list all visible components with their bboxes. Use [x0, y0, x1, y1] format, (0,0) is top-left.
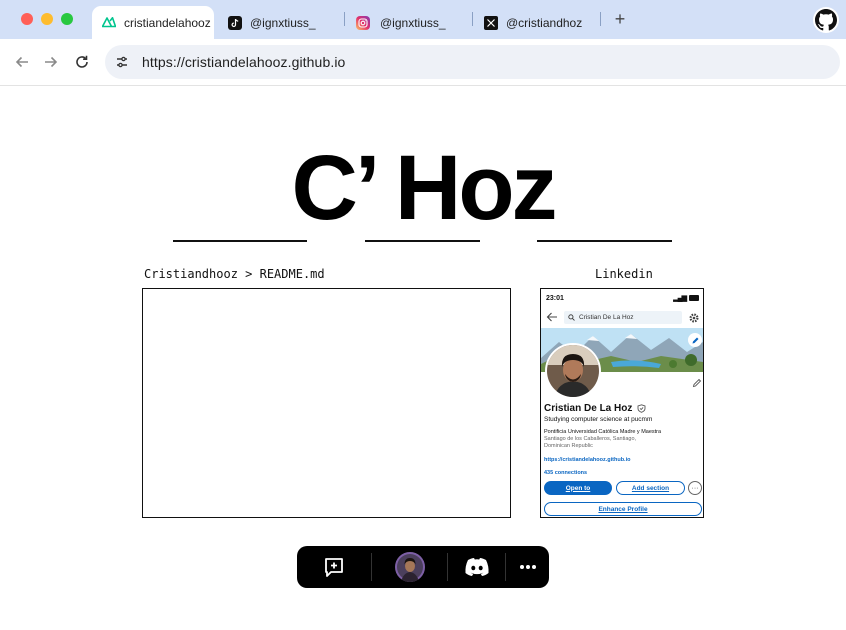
- tab-separator: [472, 12, 473, 26]
- site-settings-icon[interactable]: [108, 48, 136, 76]
- open-to-button[interactable]: Open to: [544, 481, 612, 495]
- profile-name-text: Cristian De La Hoz: [544, 403, 633, 414]
- profile-name: Cristian De La Hoz: [544, 403, 646, 414]
- bottom-dock: [297, 546, 549, 588]
- tab-separator: [344, 12, 345, 26]
- status-time: 23:01: [546, 295, 564, 302]
- nuxt-icon: [102, 16, 116, 30]
- back-arrow-icon[interactable]: [545, 310, 559, 324]
- url-text: https://cristiandelahooz.github.io: [142, 54, 346, 70]
- enhance-profile-button[interactable]: Enhance Profile: [544, 502, 702, 516]
- more-options-button[interactable]: ···: [688, 481, 702, 495]
- browser-tab-bar: cristiandelahooz @ignxtiuss_ @ignxtiuss_…: [0, 0, 846, 39]
- minimize-window-button[interactable]: [41, 13, 53, 25]
- phone-status-bar: 23:01 ▂▄▆: [541, 289, 703, 307]
- browser-toolbar: https://cristiandelahooz.github.io: [0, 39, 846, 86]
- profile-school: Pontificia Universidad Católica Madre y …: [544, 429, 662, 435]
- gear-icon[interactable]: [688, 311, 700, 323]
- add-section-button[interactable]: Add section: [616, 481, 685, 495]
- instagram-icon: [356, 15, 370, 30]
- tab-label: cristiandelahooz: [124, 15, 211, 30]
- github-icon[interactable]: [813, 7, 839, 33]
- close-window-button[interactable]: [21, 13, 33, 25]
- reload-icon[interactable]: [72, 52, 92, 72]
- address-bar[interactable]: https://cristiandelahooz.github.io: [105, 45, 840, 79]
- linkedin-search-row: Cristian De La Hoz: [541, 307, 703, 327]
- linkedin-profile-card[interactable]: 23:01 ▂▄▆ Cristian De La Hoz Cristian De…: [540, 288, 704, 518]
- readme-label: Cristiandhooz > README.md: [144, 267, 325, 281]
- profile-headline: Studying computer science at pucmm: [544, 416, 653, 423]
- more-icon[interactable]: [506, 546, 549, 588]
- title-underline-middle: [365, 240, 480, 242]
- edit-banner-icon[interactable]: [688, 333, 702, 347]
- battery-icon: [689, 295, 699, 301]
- tab-cristiandelahooz[interactable]: cristiandelahooz: [92, 6, 214, 39]
- maximize-window-button[interactable]: [61, 13, 73, 25]
- x-twitter-icon: [484, 15, 498, 30]
- back-arrow-icon[interactable]: [12, 52, 32, 72]
- tab-label: @ignxtiuss_: [380, 15, 446, 30]
- linkedin-label: Linkedin: [595, 267, 653, 281]
- tab-x[interactable]: @cristiandhoz: [478, 6, 596, 39]
- new-tab-button[interactable]: +: [610, 9, 630, 29]
- search-icon: [568, 314, 575, 321]
- forward-arrow-icon[interactable]: [41, 52, 61, 72]
- verified-shield-icon: [637, 404, 646, 413]
- tab-label: @cristiandhoz: [506, 15, 583, 30]
- title-underline-right: [537, 240, 672, 242]
- profile-website-link[interactable]: https://cristiandelahooz.github.io: [544, 457, 630, 463]
- linkedin-search-input[interactable]: Cristian De La Hoz: [564, 311, 682, 324]
- avatar[interactable]: [372, 546, 447, 588]
- search-query: Cristian De La Hoz: [579, 314, 634, 321]
- page-title: C’ Hoz: [291, 137, 557, 239]
- tiktok-icon: [228, 15, 242, 30]
- tab-separator: [600, 12, 601, 26]
- tab-instagram[interactable]: @ignxtiuss_: [350, 6, 468, 39]
- title-underline-left: [173, 240, 307, 242]
- profile-location: Santiago de los Caballeros, Santiago, Do…: [544, 436, 637, 449]
- profile-avatar[interactable]: [545, 343, 601, 399]
- edit-profile-icon[interactable]: [692, 375, 702, 388]
- profile-connections[interactable]: 435 connections: [544, 470, 587, 476]
- tab-label: @ignxtiuss_: [250, 15, 316, 30]
- discord-icon[interactable]: [448, 546, 505, 588]
- signal-icon: ▂▄▆: [673, 295, 687, 302]
- readme-panel: [142, 288, 511, 518]
- tab-tiktok[interactable]: @ignxtiuss_: [222, 6, 340, 39]
- new-message-icon[interactable]: [297, 546, 371, 588]
